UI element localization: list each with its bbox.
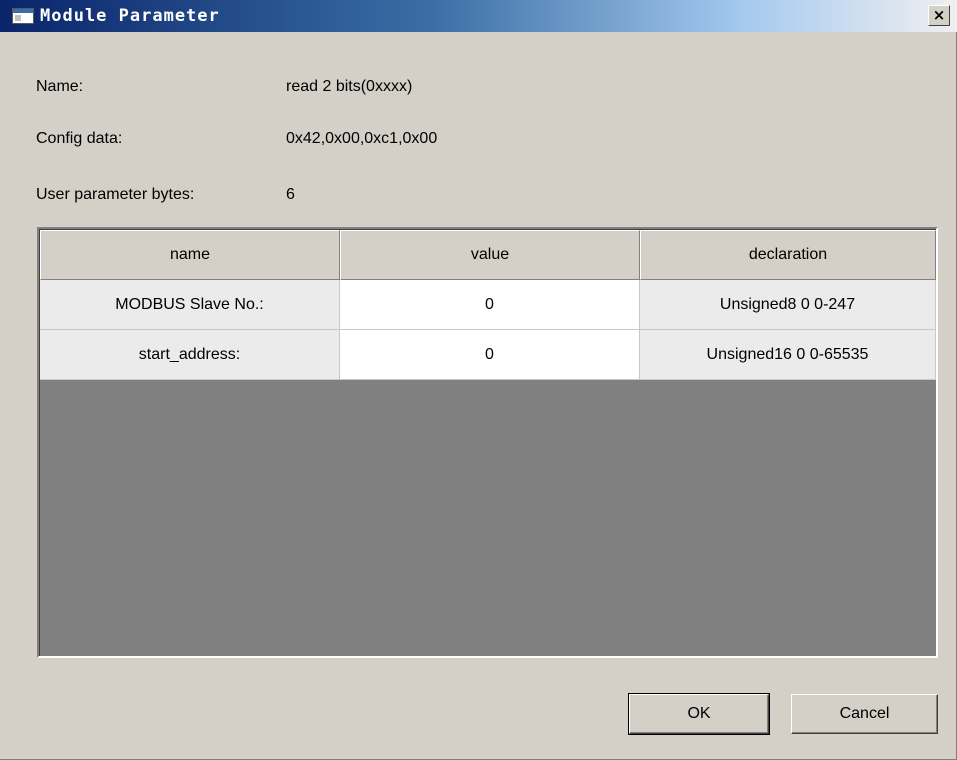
cancel-button[interactable]: Cancel [791, 694, 938, 734]
close-button[interactable]: × [928, 5, 950, 26]
parameter-grid[interactable]: name value declaration MODBUS Slave No.:… [37, 227, 938, 658]
user-parameter-bytes-label: User parameter bytes: [36, 186, 195, 203]
name-value: read 2 bits(0xxxx) [286, 78, 413, 95]
ok-button[interactable]: OK [628, 693, 770, 735]
window-icon [12, 8, 34, 24]
row-value-cell[interactable]: 0 [340, 330, 640, 380]
config-data-value: 0x42,0x00,0xc1,0x00 [286, 130, 438, 147]
close-icon[interactable]: × [933, 6, 946, 24]
row-declaration-cell: Unsigned8 0 0-247 [640, 280, 936, 330]
table-row[interactable]: start_address: 0 Unsigned16 0 0-65535 [40, 330, 936, 380]
window-title: Module Parameter [40, 6, 220, 26]
name-label: Name: [36, 78, 84, 95]
column-header-name[interactable]: name [40, 230, 340, 280]
config-data-label: Config data: [36, 130, 123, 147]
row-name-cell: MODBUS Slave No.: [40, 280, 340, 330]
module-parameter-dialog: Module Parameter × Name: read 2 bits(0xx… [0, 0, 957, 760]
row-declaration-cell: Unsigned16 0 0-65535 [640, 330, 936, 380]
column-header-value[interactable]: value [340, 230, 640, 280]
table-row[interactable]: MODBUS Slave No.: 0 Unsigned8 0 0-247 [40, 280, 936, 330]
row-name-cell: start_address: [40, 330, 340, 380]
title-bar[interactable]: Module Parameter × [0, 0, 957, 32]
row-value-cell[interactable]: 0 [340, 280, 640, 330]
user-parameter-bytes-value: 6 [286, 186, 295, 203]
column-header-declaration[interactable]: declaration [640, 230, 936, 280]
grid-header: name value declaration [40, 230, 936, 280]
